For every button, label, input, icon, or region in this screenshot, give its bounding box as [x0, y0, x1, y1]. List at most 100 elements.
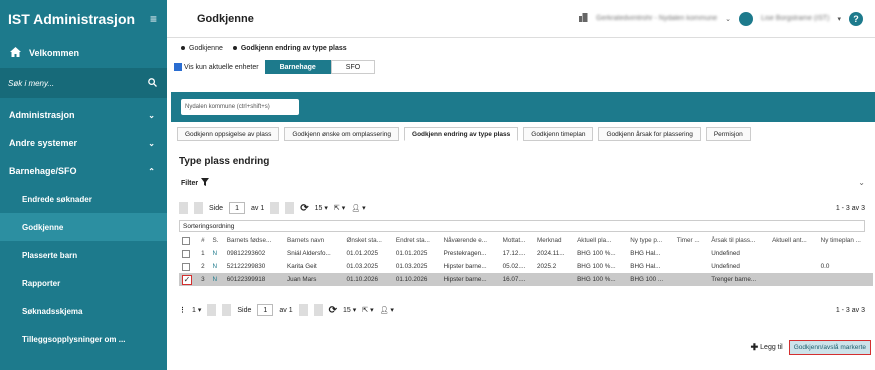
avatar[interactable] — [739, 11, 754, 26]
tab-godkjenn-arsak[interactable]: Godkjenn årsak for plassering — [598, 127, 701, 141]
sidebar-subitem-soknadsskjema[interactable]: Søknadsskjema — [0, 297, 167, 325]
menu-search-input[interactable]: Søk i meny... — [0, 68, 167, 98]
cell — [674, 247, 708, 260]
cell — [818, 247, 873, 260]
col-header[interactable]: Barnets fødse... — [224, 234, 284, 247]
sidebar-item-welcome[interactable]: Velkommen — [0, 38, 167, 68]
col-header[interactable]: Nåværende e... — [441, 234, 500, 247]
sidebar-item-label: Andre systemer — [9, 138, 78, 148]
plus-icon: ✚ — [750, 342, 759, 352]
organization-selector[interactable]: Gerkratedvimtrohr - Nydalen kommune — [596, 15, 717, 22]
last-page-button[interactable] — [285, 202, 295, 214]
user-menu[interactable]: Lise Borgstrame (IST) — [761, 15, 829, 22]
sidebar-item-label: Tilleggsopplysninger om ... — [22, 334, 126, 344]
only-current-units-checkbox[interactable]: Vis kun aktuelle enheter — [174, 63, 259, 71]
breadcrumb-item[interactable]: Godkjenne — [181, 45, 223, 52]
table-row[interactable]: 2 N 52122299830 Karita Geit 01.03.2025 0… — [179, 260, 873, 273]
sidebar-item-label: Plasserte barn — [22, 250, 78, 260]
col-header[interactable]: Aktuell ant... — [769, 234, 818, 247]
prev-page-button[interactable] — [194, 202, 203, 214]
add-button[interactable]: ✚ Legg til — [751, 342, 783, 353]
row-checkbox[interactable] — [182, 262, 190, 271]
col-header[interactable]: Ny type p... — [627, 234, 673, 247]
cell: 01.01.2025 — [346, 250, 378, 257]
col-header[interactable]: Merknad — [534, 234, 574, 247]
sidebar-item-administrasjon[interactable]: Administrasjon ⌄ — [0, 101, 167, 129]
record-count: 1 - 3 av 3 — [835, 306, 865, 314]
tab-godkjenn-endring-type-plass[interactable]: Godkjenn endring av type plass — [404, 127, 519, 141]
tab-godkjenn-timeplan[interactable]: Godkjenn timeplan — [523, 127, 594, 141]
breadcrumb-item-current: Godkjenn endring av type plass — [232, 45, 347, 52]
tab-permisjon[interactable]: Permisjon — [705, 127, 751, 141]
cell: Hipster barne... — [443, 263, 487, 270]
col-header[interactable]: Endret sta... — [393, 234, 441, 247]
sidebar-subitem-tilleggsopplysninger[interactable]: Tilleggsopplysninger om ... — [0, 325, 167, 353]
breadcrumb: Godkjenne Godkjenn endring av type plass — [171, 38, 875, 58]
col-header[interactable]: Ny timeplan ... — [818, 234, 873, 247]
cell: 01.10.2026 — [392, 273, 441, 286]
sidebar-subitem-endrede-soknader[interactable]: Endrede søknader — [0, 185, 167, 213]
more-icon[interactable]: ⋮ — [179, 306, 186, 314]
filter-label: Filter — [181, 179, 199, 187]
page-size-select[interactable]: 15 ▾ — [343, 306, 356, 314]
sidebar-subitem-plasserte-barn[interactable]: Plasserte barn — [0, 241, 167, 269]
tab-godkjenn-oppsigelse[interactable]: Godkjenn oppsigelse av plass — [177, 127, 280, 141]
sidebar-item-barnehage-sfo[interactable]: Barnehage/SFO ⌃ — [0, 157, 167, 185]
sidebar-item-label: Velkommen — [29, 48, 80, 58]
cell: BHG Hal... — [630, 263, 661, 270]
page-size-select-bottom[interactable]: 1 ▾ — [192, 306, 201, 314]
next-page-button[interactable] — [270, 202, 280, 214]
sidebar-item-label: Administrasjon — [9, 110, 75, 120]
page-number-input[interactable]: 1 — [229, 202, 246, 214]
person-menu-icon[interactable]: 👤︎ ▾ — [380, 306, 394, 314]
col-header[interactable]: Årsak til plass... — [708, 234, 769, 247]
page-size-select[interactable]: 15 ▾ — [315, 204, 328, 212]
first-page-button[interactable] — [207, 304, 217, 316]
chevron-up-icon: ⌃ — [148, 166, 155, 176]
cell: BHG 100 %... — [574, 273, 628, 286]
cell: Trenger barne... — [708, 273, 770, 286]
sidebar-subitem-godkjenne[interactable]: Godkjenne — [0, 213, 167, 241]
person-menu-icon[interactable]: 👤︎ ▾ — [351, 204, 365, 212]
last-page-button[interactable] — [313, 304, 323, 316]
prev-page-button[interactable] — [222, 304, 232, 316]
export-icon[interactable]: ⇱ ▾ — [362, 306, 373, 314]
filter-toggle[interactable]: Filter — [181, 178, 210, 188]
table-row[interactable]: 1 N 09812293602 Sniál Aldersfo... 01.01.… — [179, 247, 873, 260]
cell: 05.02.... — [502, 263, 526, 270]
sidebar-item-andre-systemer[interactable]: Andre systemer ⌄ — [0, 129, 167, 157]
tab-godkjenn-omplassering[interactable]: Godkjenn ønske om omplassering — [284, 127, 400, 141]
col-header[interactable]: # — [198, 234, 209, 247]
approval-tabs: Godkjenn oppsigelse av plass Godkjenn øn… — [177, 127, 751, 141]
col-header[interactable]: Ønsket sta... — [343, 234, 392, 247]
refresh-icon[interactable]: ⟳ — [300, 203, 308, 214]
municipality-input[interactable]: Nydalen kommune (ctrl+shift+s) — [181, 99, 299, 115]
col-header[interactable]: Barnets navn — [284, 234, 343, 247]
first-page-button[interactable] — [179, 202, 188, 214]
tab-sfo[interactable]: SFO — [330, 60, 376, 74]
col-header[interactable]: Mottat... — [500, 234, 534, 247]
tab-barnehage[interactable]: Barnehage — [264, 60, 331, 74]
checkbox-checked[interactable] — [174, 63, 182, 71]
row-checkbox[interactable] — [182, 249, 190, 258]
collapse-menu-icon[interactable]: ≡ — [150, 12, 157, 26]
cell — [534, 273, 575, 286]
export-icon[interactable]: ⇱ ▾ — [334, 204, 345, 212]
next-page-button[interactable] — [298, 304, 308, 316]
refresh-icon[interactable]: ⟳ — [329, 305, 337, 316]
page-number-input[interactable]: 1 — [257, 304, 274, 316]
help-button[interactable]: ? — [849, 11, 863, 26]
col-header[interactable]: S. — [209, 234, 223, 247]
row-checkbox-checked[interactable]: ✓ — [182, 274, 192, 285]
sort-order-box[interactable]: Sorteringsordning — [179, 220, 865, 232]
select-all-checkbox[interactable] — [182, 236, 190, 245]
col-header[interactable]: Timer ... — [674, 234, 708, 247]
col-header[interactable]: Aktuell pla... — [574, 234, 627, 247]
table-row-selected[interactable]: ✓ 3 N 60122399918 Juan Mars 01.10.2026 0… — [179, 273, 873, 286]
cell: 01.10.2026 — [343, 273, 393, 286]
sidebar-subitem-rapporter[interactable]: Rapporter — [0, 269, 167, 297]
approve-selected-button[interactable]: Godkjenn/avslå markerte — [788, 340, 871, 355]
chevron-down-icon[interactable]: ⌄ — [858, 178, 865, 187]
cell: Prestekragen... — [443, 250, 487, 257]
cell — [769, 273, 818, 286]
